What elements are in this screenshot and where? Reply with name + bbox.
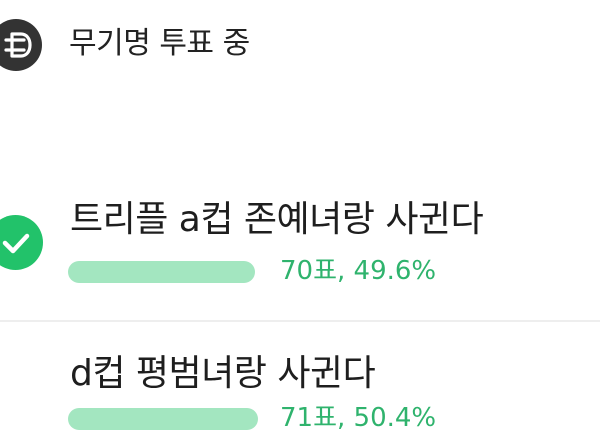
poll-option-label: 트리플 a컵 존예녀랑 사귄다 bbox=[70, 199, 484, 240]
poll-option-1[interactable]: 트리플 a컵 존예녀랑 사귄다 70표, 49.6% bbox=[0, 185, 600, 320]
poll-option-2[interactable]: d컵 평범녀랑 사귄다 71표, 50.4% bbox=[0, 322, 600, 437]
vote-result: 70표, 49.6% bbox=[280, 256, 437, 286]
vote-result: 71표, 50.4% bbox=[280, 403, 437, 433]
vote-bar-fill bbox=[68, 261, 255, 283]
poll-option-label: d컵 평범녀랑 사귄다 bbox=[70, 353, 376, 394]
vote-icon bbox=[0, 19, 42, 71]
poll-header: 무기명 투표 중 bbox=[0, 0, 600, 90]
vote-bar bbox=[68, 408, 258, 430]
vote-bar-fill bbox=[68, 408, 258, 430]
vote-bar bbox=[68, 261, 258, 283]
check-icon bbox=[0, 215, 43, 270]
poll-status-title: 무기명 투표 중 bbox=[69, 26, 250, 61]
